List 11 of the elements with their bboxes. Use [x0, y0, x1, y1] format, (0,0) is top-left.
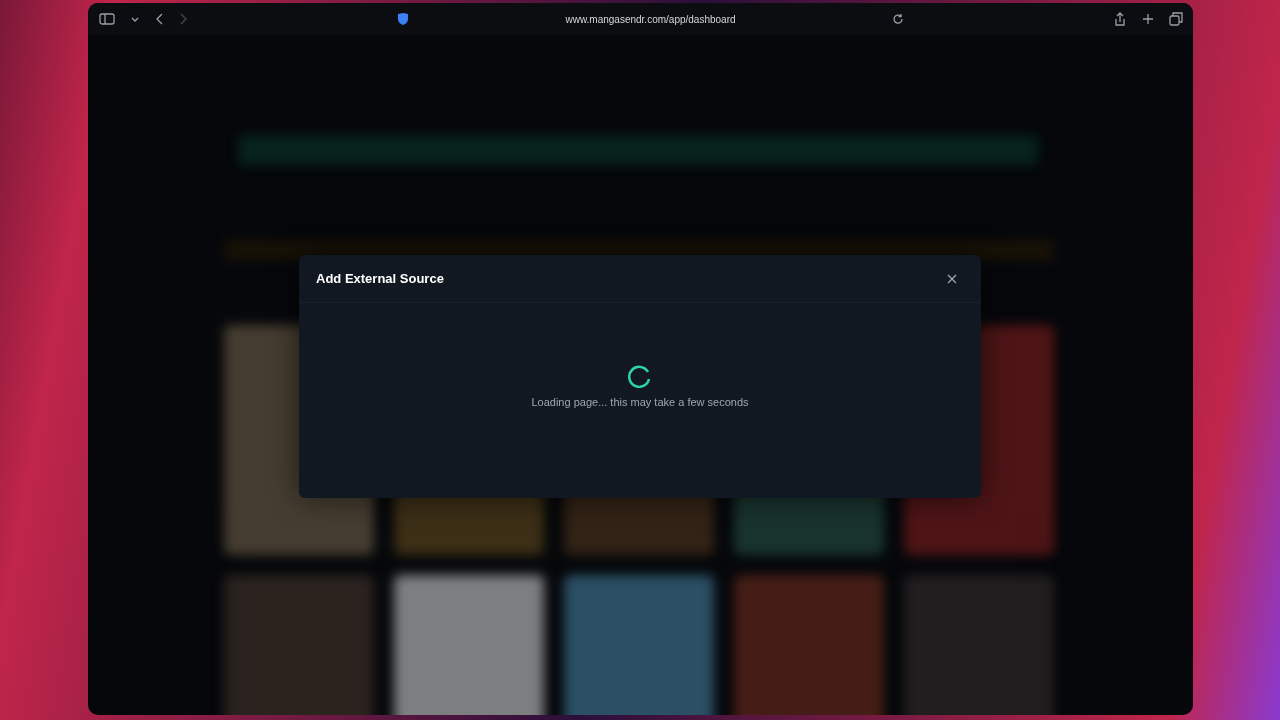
- loading-message: Loading page... this may take a few seconds: [531, 395, 749, 408]
- reload-icon[interactable]: [891, 13, 904, 25]
- new-tab-icon[interactable]: [1141, 12, 1155, 26]
- modal-title: Add External Source: [316, 271, 444, 286]
- back-icon[interactable]: [154, 12, 164, 26]
- close-icon: [947, 273, 957, 284]
- tabs-overview-icon[interactable]: [1169, 12, 1183, 26]
- sidebar-toggle-icon[interactable]: [98, 11, 116, 27]
- share-icon[interactable]: [1113, 12, 1127, 26]
- shield-icon[interactable]: [397, 12, 410, 26]
- address-bar[interactable]: www.mangasendr.com/app/dashboard: [565, 13, 736, 25]
